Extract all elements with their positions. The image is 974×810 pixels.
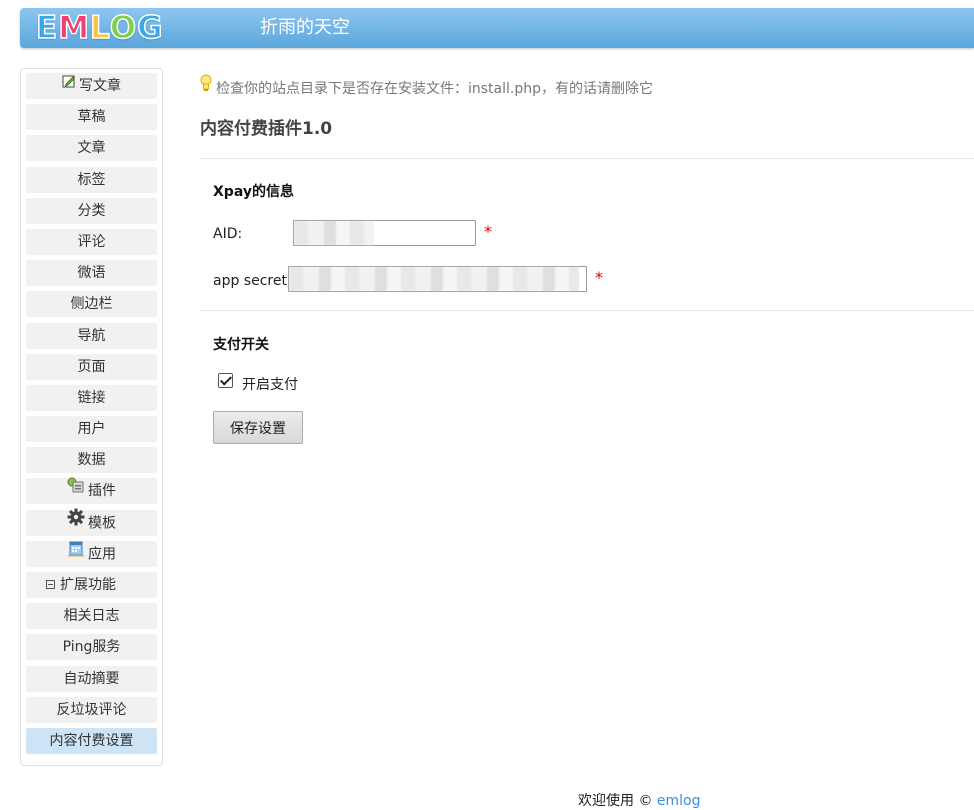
sidebar-item-label: 扩展功能 — [60, 577, 116, 593]
sidebar-item-draft[interactable]: 草稿 — [26, 104, 157, 131]
site-title[interactable]: 折雨的天空 — [260, 8, 350, 48]
sidebar-item-label: 用户 — [77, 421, 106, 438]
sidebar-item-links[interactable]: 链接 — [26, 384, 157, 411]
footer: 欢迎使用 © emlog — [578, 790, 701, 810]
sidebar-item-related-logs[interactable]: 相关日志 — [26, 603, 157, 630]
gear-icon — [67, 508, 85, 535]
sidebar-item-label: 分类 — [77, 202, 106, 219]
sidebar-item-label: 草稿 — [77, 109, 106, 126]
sidebar-item-label: 页面 — [77, 358, 106, 375]
sidebar-item-tags[interactable]: 标签 — [26, 166, 157, 193]
sidebar-item-articles[interactable]: 文章 — [26, 135, 157, 162]
sidebar-item-ping[interactable]: Ping服务 — [26, 634, 157, 661]
sidebar-item-label: 应用 — [88, 546, 116, 563]
lightbulb-icon — [200, 74, 212, 100]
section-divider — [200, 310, 974, 311]
sidebar-item-templates[interactable]: 模板 — [26, 508, 157, 536]
sidebar-item-label: 自动摘要 — [63, 670, 120, 687]
sidebar-item-label: 内容付费设置 — [49, 732, 134, 749]
sidebar-nav: 写文章草稿文章标签分类评论微语侧边栏导航页面链接用户数据插件模板应用扩展功能相关… — [20, 68, 163, 766]
aid-required-mark: * — [484, 222, 492, 241]
sidebar-item-extensions[interactable]: 扩展功能 — [26, 572, 157, 598]
security-tip: 检查你的站点目录下是否存在安装文件：install.php，有的话请删除它 — [200, 74, 653, 102]
sidebar-item-categories[interactable]: 分类 — [26, 197, 157, 224]
sidebar-item-label: 模板 — [88, 515, 116, 532]
sidebar-item-label: 插件 — [88, 483, 116, 500]
title-divider — [200, 158, 974, 159]
redacted-value — [294, 221, 374, 245]
aid-input[interactable] — [293, 220, 476, 246]
sidebar-item-pages[interactable]: 页面 — [26, 353, 157, 380]
sidebar-item-label: 评论 — [77, 233, 106, 250]
sidebar-item-data[interactable]: 数据 — [26, 447, 157, 474]
sidebar-item-label: 反垃圾评论 — [56, 701, 127, 718]
sidebar-item-comments[interactable]: 评论 — [26, 228, 157, 255]
collapse-icon[interactable] — [46, 579, 55, 589]
plugin-icon — [67, 476, 85, 502]
sidebar-item-twitter[interactable]: 微语 — [26, 260, 157, 287]
sidebar-item-users[interactable]: 用户 — [26, 416, 157, 443]
sidebar-item-label: 导航 — [77, 327, 106, 344]
sidebar-item-label: 侧边栏 — [70, 296, 113, 313]
enable-payment-label[interactable]: 开启支付 — [242, 374, 298, 394]
xpay-section-title: Xpay的信息 — [213, 184, 294, 200]
sidebar-item-plugins[interactable]: 插件 — [26, 476, 157, 505]
payment-switch-title: 支付开关 — [213, 337, 269, 353]
emlog-logo[interactable]: EMLOG — [35, 10, 164, 46]
save-settings-button[interactable]: 保存设置 — [213, 411, 303, 444]
app-icon — [67, 539, 85, 566]
edit-icon — [62, 71, 76, 97]
footer-text: 欢迎使用 © — [578, 793, 657, 809]
app-secret-required-mark: * — [595, 268, 603, 287]
sidebar-item-label: 标签 — [77, 171, 106, 188]
app-secret-input[interactable] — [288, 266, 587, 292]
sidebar-item-anti-spam[interactable]: 反垃圾评论 — [26, 696, 157, 723]
sidebar-item-label: 链接 — [77, 389, 106, 406]
redacted-value — [289, 267, 579, 291]
sidebar-item-navigation[interactable]: 导航 — [26, 322, 157, 349]
page-title: 内容付费插件1.0 — [200, 119, 333, 139]
sidebar-item-apps[interactable]: 应用 — [26, 539, 157, 567]
app-secret-label: app secret — [213, 273, 287, 289]
sidebar-item-paid-content[interactable]: 内容付费设置 — [26, 727, 157, 754]
footer-emlog-link[interactable]: emlog — [657, 793, 701, 809]
sidebar-item-label: 相关日志 — [63, 608, 120, 625]
enable-payment-checkbox[interactable] — [218, 373, 233, 388]
sidebar-item-label: 数据 — [77, 452, 106, 469]
sidebar-item-widgets[interactable]: 侧边栏 — [26, 291, 157, 318]
sidebar-item-label: 写文章 — [79, 78, 121, 94]
sidebar-item-write[interactable]: 写文章 — [26, 73, 157, 99]
sidebar-item-label: Ping服务 — [62, 639, 121, 656]
sidebar-item-label: 文章 — [77, 140, 106, 157]
header-bar: EMLOG 折雨的天空 — [20, 8, 974, 48]
tip-text: 检查你的站点目录下是否存在安装文件：install.php，有的话请删除它 — [216, 81, 653, 97]
sidebar-item-auto-summary[interactable]: 自动摘要 — [26, 665, 157, 692]
aid-label: AID: — [213, 226, 243, 242]
sidebar-item-label: 微语 — [77, 265, 106, 282]
